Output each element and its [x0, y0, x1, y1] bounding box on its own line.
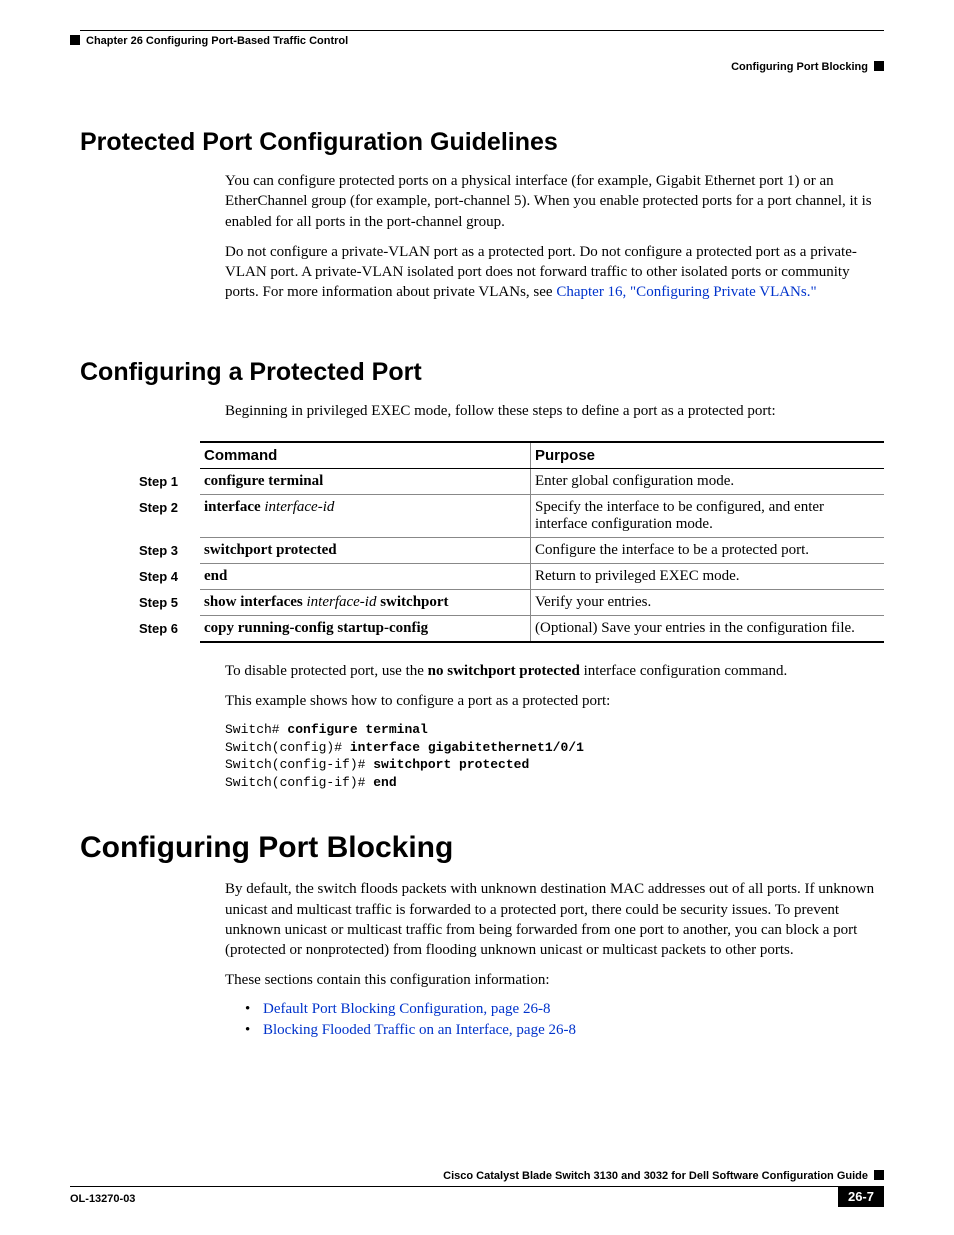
command-text: interface	[204, 499, 261, 515]
body-text: This example shows how to configure a po…	[225, 691, 884, 711]
command-text: end	[204, 568, 227, 584]
cli-prompt: Switch(config)#	[225, 740, 350, 755]
table-row: Step 5 show interfaces interface-id swit…	[135, 589, 884, 615]
command-text: show interfaces	[204, 594, 303, 610]
table-row: Step 3 switchport protected Configure th…	[135, 537, 884, 563]
table-row: Step 6 copy running-config startup-confi…	[135, 615, 884, 642]
body-text: These sections contain this configuratio…	[225, 970, 884, 990]
page-number-badge: 26-7	[838, 1186, 884, 1207]
body-text: Do not configure a private-VLAN port as …	[225, 242, 884, 303]
heading-configuring-protected-port: Configuring a Protected Port	[80, 358, 884, 387]
body-text: To disable protected port, use the no sw…	[225, 661, 884, 681]
purpose-text: (Optional) Save your entries in the conf…	[531, 615, 885, 642]
command-arg: interface-id	[261, 499, 335, 515]
purpose-text: Enter global configuration mode.	[531, 468, 885, 494]
step-label: Step 5	[135, 589, 200, 615]
step-label: Step 4	[135, 563, 200, 589]
command-text: copy running-config startup-config	[204, 620, 428, 636]
cli-example: Switch# configure terminal Switch(config…	[225, 721, 884, 791]
list-item: Default Port Blocking Configuration, pag…	[245, 1001, 884, 1018]
step-label: Step 1	[135, 468, 200, 494]
command-text: switchport	[376, 594, 448, 610]
table-header-command: Command	[200, 442, 531, 469]
list-item: Blocking Flooded Traffic on an Interface…	[245, 1022, 884, 1039]
step-label: Step 2	[135, 494, 200, 537]
cli-prompt: Switch(config-if)#	[225, 775, 373, 790]
step-label: Step 3	[135, 537, 200, 563]
table-row: Step 2 interface interface-id Specify th…	[135, 494, 884, 537]
step-label: Step 6	[135, 615, 200, 642]
table-header-purpose: Purpose	[531, 442, 885, 469]
cli-command: interface gigabitethernet1/0/1	[350, 740, 584, 755]
running-header-chapter: Chapter 26 Configuring Port-Based Traffi…	[70, 35, 348, 47]
footer-doc-number: OL-13270-03	[70, 1189, 135, 1205]
purpose-text: Verify your entries.	[531, 589, 885, 615]
table-row: Step 4 end Return to privileged EXEC mod…	[135, 563, 884, 589]
command-text: configure terminal	[204, 473, 323, 489]
purpose-text: Specify the interface to be configured, …	[531, 494, 885, 537]
body-text: By default, the switch floods packets wi…	[225, 879, 884, 960]
body-text-fragment: To disable protected port, use the	[225, 663, 428, 679]
purpose-text: Return to privileged EXEC mode.	[531, 563, 885, 589]
cli-command: configure terminal	[287, 722, 427, 737]
xref-default-port-blocking[interactable]: Default Port Blocking Configuration, pag…	[263, 1001, 550, 1017]
body-text: Beginning in privileged EXEC mode, follo…	[225, 401, 884, 421]
command-text: switchport protected	[204, 542, 337, 558]
heading-guidelines: Protected Port Configuration Guidelines	[80, 128, 884, 157]
inline-command: no switchport protected	[428, 663, 580, 679]
command-arg: interface-id	[303, 594, 377, 610]
body-text: You can configure protected ports on a p…	[225, 171, 884, 232]
cli-prompt: Switch#	[225, 722, 287, 737]
steps-table: Command Purpose Step 1 configure termina…	[135, 441, 884, 643]
heading-port-blocking: Configuring Port Blocking	[80, 831, 884, 865]
table-row: Step 1 configure terminal Enter global c…	[135, 468, 884, 494]
cli-command: switchport protected	[373, 757, 529, 772]
purpose-text: Configure the interface to be a protecte…	[531, 537, 885, 563]
xref-blocking-flooded-traffic[interactable]: Blocking Flooded Traffic on an Interface…	[263, 1022, 576, 1038]
running-header-section: Configuring Port Blocking	[731, 61, 884, 73]
cli-prompt: Switch(config-if)#	[225, 757, 373, 772]
cli-command: end	[373, 775, 396, 790]
footer-book-title: Cisco Catalyst Blade Switch 3130 and 303…	[443, 1170, 868, 1182]
body-text-fragment: interface configuration command.	[580, 663, 787, 679]
xref-private-vlans[interactable]: Chapter 16, "Configuring Private VLANs."	[556, 284, 816, 300]
